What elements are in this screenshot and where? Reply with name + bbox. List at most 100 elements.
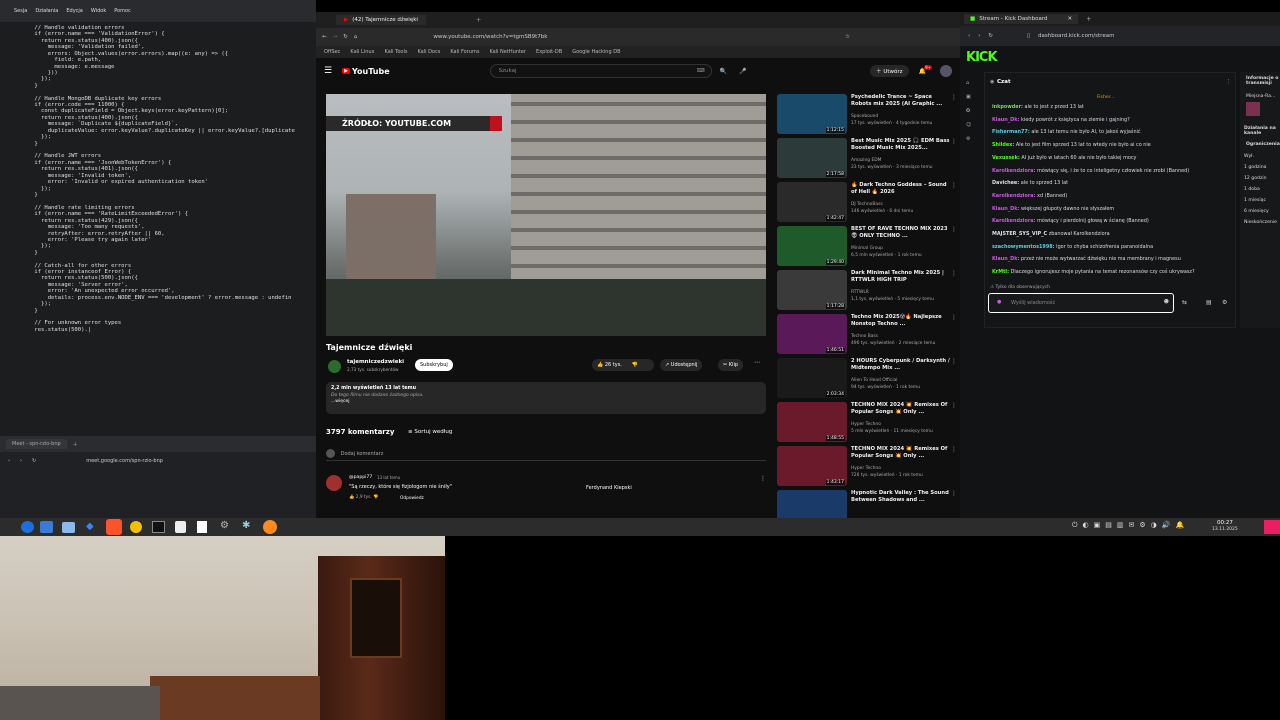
nav-stream-icon[interactable]: ▣ (966, 94, 978, 100)
commenter-avatar[interactable] (326, 475, 342, 491)
dislike-icon[interactable]: 👎 (632, 362, 638, 368)
bookmark-exploit-db[interactable]: Exploit-DB (536, 49, 562, 55)
video-menu-icon[interactable]: ⋮ (951, 402, 957, 409)
reload-icon[interactable]: ↻ (343, 34, 348, 40)
clock-time[interactable]: 00:27 (1217, 520, 1233, 526)
chat-username[interactable]: Davichee: (992, 180, 1019, 186)
more-actions-icon[interactable]: ⋯ (754, 359, 760, 366)
chat-username[interactable]: MAJSTER_SYS_VIP_C (992, 231, 1047, 237)
search-button-icon[interactable]: 🔍 (720, 68, 727, 75)
power-icon[interactable] (1264, 520, 1280, 534)
chat-input[interactable]: ● Wyślij wiadomość ☻ (988, 293, 1174, 313)
chat-username[interactable]: Klaun_Dk: (992, 206, 1019, 212)
nav-settings-icon[interactable]: ⚙ (966, 136, 978, 142)
video-menu-icon[interactable]: ⋮ (951, 270, 957, 277)
video-menu-icon[interactable]: ⋮ (951, 314, 957, 321)
back-icon[interactable]: ← (322, 34, 327, 40)
bookmark-star-icon[interactable]: ☆ (845, 34, 850, 40)
timeout-option[interactable]: Wył. (1244, 151, 1280, 162)
pinned-user[interactable]: Fisher... (1097, 95, 1115, 100)
menu-item[interactable]: Pomoc (114, 8, 131, 14)
channel-avatar[interactable] (328, 360, 341, 373)
forward-icon[interactable]: › (978, 33, 980, 39)
chat-menu-icon[interactable]: ⋮ (1226, 79, 1232, 85)
timeout-option[interactable]: Nieskończenie (1244, 217, 1280, 228)
forward-icon[interactable]: → (333, 34, 338, 40)
comment-menu-icon[interactable]: ⋮ (760, 475, 766, 482)
tray-icons[interactable]: ⏻◐▣▤▥✉⚙◑🔊🔔 (1072, 521, 1189, 530)
video-thumbnail[interactable]: 1:43:17 (777, 446, 847, 486)
related-video-channel[interactable]: RTTWLR (851, 290, 869, 295)
network-app-icon[interactable]: ✱ (242, 520, 250, 531)
chat-username[interactable]: Shildex: (992, 142, 1014, 148)
kick-url-field[interactable]: dashboard.kick.com/stream (1038, 33, 1114, 39)
kick-logo[interactable]: KICK (966, 50, 998, 65)
share-button[interactable]: ↗ Udostępnij (660, 359, 703, 371)
home-icon[interactable]: ⌂ (354, 34, 358, 40)
chat-list-icon[interactable]: ▤ (1206, 299, 1212, 306)
related-video-title[interactable]: 2 HOURS Cyberpunk / Darksynth / Midtempo… (851, 358, 951, 371)
video-player[interactable]: ŹRÓDŁO: YOUTUBE.COM (326, 94, 766, 336)
related-video-channel[interactable]: Minimal Group (851, 246, 883, 251)
related-video-item[interactable]: 1:17:28 Dark Minimal Techno Mix 2025 | R… (777, 270, 959, 310)
reload-icon[interactable]: ↻ (32, 458, 36, 464)
nav-users-icon[interactable]: ☺ (966, 122, 978, 128)
sort-button[interactable]: ≡ Sortuj według (408, 429, 452, 435)
timeout-option[interactable]: 12 godzin (1244, 173, 1280, 184)
create-button[interactable]: ＋ Utwórz (870, 65, 909, 77)
nav-trophy-icon[interactable]: ✪ (966, 108, 978, 114)
related-video-title[interactable]: TECHNO MIX 2024 💥 Remixes Of Popular Son… (851, 402, 951, 415)
youtube-logo[interactable]: ▶ YouTube (342, 67, 390, 76)
reload-icon[interactable]: ↻ (988, 33, 993, 39)
timeout-option[interactable]: 1 doba (1244, 184, 1280, 195)
forward-icon[interactable]: › (20, 458, 22, 464)
keyboard-icon[interactable]: ⌨ (697, 68, 705, 74)
new-tab-icon[interactable]: ＋ (476, 16, 482, 24)
show-desktop-icon[interactable] (40, 521, 53, 533)
back-icon[interactable]: ‹ (968, 33, 970, 39)
notifications-icon[interactable]: 🔔 9+ (919, 64, 932, 75)
chat-username[interactable]: Vexussek: (992, 155, 1020, 161)
timeout-option[interactable]: 6 miesięcy (1244, 206, 1280, 217)
related-video-item[interactable]: 1:29:40 BEST OF RAVE TECHNO MIX 2023 👽 O… (777, 226, 959, 266)
related-video-channel[interactable]: Spacebound (851, 114, 878, 119)
add-comment-input[interactable]: Dodaj komentarz (326, 449, 766, 461)
video-menu-icon[interactable]: ⋮ (951, 182, 957, 189)
new-tab-icon[interactable]: ＋ (1086, 15, 1092, 23)
timeout-option[interactable]: 1 miesiąc (1244, 195, 1280, 206)
commenter-name[interactable]: @pappi77 (349, 475, 372, 480)
related-video-item[interactable]: 1:43:17 TECHNO MIX 2024 💥 Remixes Of Pop… (777, 446, 959, 486)
video-menu-icon[interactable]: ⋮ (951, 94, 957, 101)
related-video-item[interactable]: 1:42:47 🔥 Dark Techno Goddess – Sound of… (777, 182, 959, 222)
video-menu-icon[interactable]: ⋮ (951, 490, 957, 497)
chat-username[interactable]: Fisherman77: (992, 129, 1030, 135)
emote-icon[interactable]: ● (997, 299, 1001, 305)
menu-item[interactable]: Edycja (66, 8, 83, 14)
chat-settings-icon[interactable]: ◉ (990, 79, 994, 85)
show-more-link[interactable]: ...więcej (331, 399, 761, 404)
meet-tab[interactable]: Meet - spn-rzio-bnp (6, 439, 67, 449)
meet-url-field[interactable]: meet.google.com/spn-rzio-bnp (86, 458, 163, 464)
video-thumbnail[interactable]: 2:17:58 (777, 138, 847, 178)
related-video-title[interactable]: Best Music Mix 2025 🎧 EDM Bass Boosted M… (851, 138, 951, 151)
chat-gear-icon[interactable]: ⚙ (1222, 299, 1227, 306)
kali-icon[interactable]: ◆ (86, 521, 94, 532)
related-video-channel[interactable]: Amazing EDM (851, 158, 881, 163)
video-thumbnail[interactable]: 1:46:51 (777, 314, 847, 354)
related-video-title[interactable]: Techno Mix 2025😵🔥 Najlepsze Nonstop Tech… (851, 314, 951, 327)
new-tab-icon[interactable]: ＋ (73, 441, 78, 448)
bookmark-icon[interactable]: ▯ (1027, 33, 1030, 39)
related-video-title[interactable]: BEST OF RAVE TECHNO MIX 2023 👽 ONLY TECH… (851, 226, 951, 239)
burp-icon[interactable] (130, 521, 142, 533)
video-thumbnail[interactable]: 2:03:34 (777, 358, 847, 398)
file-manager-icon[interactable] (62, 522, 75, 533)
yt-tab[interactable]: ▶ (42) Tajemnicze dźwięki (336, 15, 426, 25)
yt-url-field[interactable]: www.youtube.com/watch?v=tgmSB9t7bk (433, 34, 547, 40)
video-menu-icon[interactable]: ⋮ (951, 446, 957, 453)
related-video-title[interactable]: TECHNO MIX 2024 💥 Remixes Of Popular Son… (851, 446, 951, 459)
chat-username[interactable]: szachowymentos1998: (992, 244, 1055, 250)
video-menu-icon[interactable]: ⋮ (951, 138, 957, 145)
related-video-item[interactable]: 2:17:58 Best Music Mix 2025 🎧 EDM Bass B… (777, 138, 959, 178)
bookmark-kali-forums[interactable]: Kali Forums (450, 49, 479, 55)
chat-username[interactable]: Klaun_Dk: (992, 256, 1019, 262)
